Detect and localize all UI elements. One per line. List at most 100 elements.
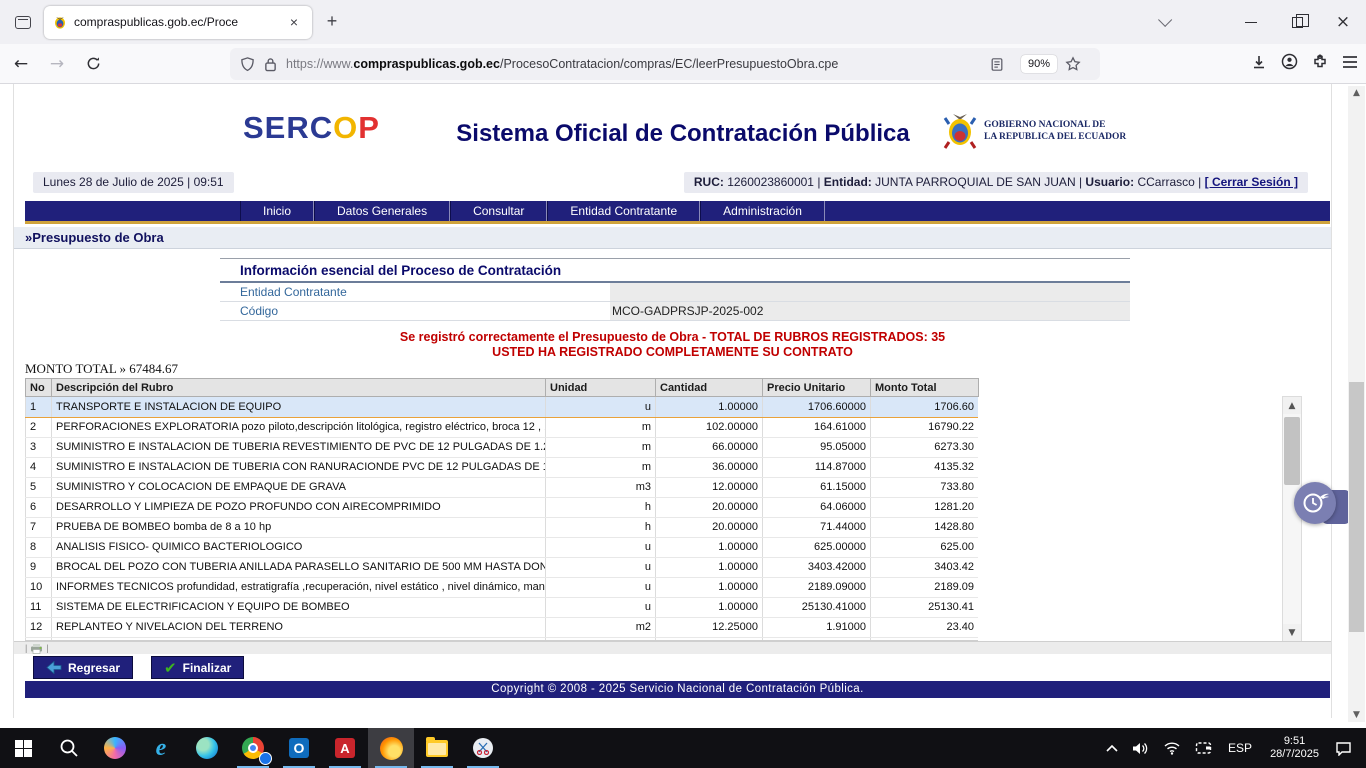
wifi-icon <box>1163 741 1181 755</box>
table-row[interactable]: 3SUMINISTRO E INSTALACION DE TUBERIA REV… <box>26 437 979 457</box>
start-button[interactable] <box>0 728 46 768</box>
process-info-panel: Información esencial del Proceso de Cont… <box>220 258 1130 321</box>
folder-icon <box>426 740 448 757</box>
forward-button[interactable]: → <box>42 49 72 79</box>
volume-button[interactable] <box>1125 728 1156 768</box>
shield-icon[interactable] <box>240 56 255 72</box>
datetime-chip: Lunes 28 de Julio de 2025 | 09:51 <box>33 172 234 193</box>
page-scroll-up-icon[interactable]: ▲ <box>1348 86 1365 100</box>
close-button[interactable]: × <box>1320 0 1366 44</box>
nav-item-datos-generales[interactable]: Datos Generales <box>314 201 450 221</box>
table-cell: INFORMES TECNICOS profundidad, estratigr… <box>52 577 546 597</box>
notification-center-button[interactable] <box>1328 728 1366 768</box>
table-row[interactable]: 7PRUEBA DE BOMBEO bomba de 8 a 10 hph20.… <box>26 517 979 537</box>
internet-explorer-button[interactable]: e <box>138 728 184 768</box>
table-cell: m <box>546 417 656 437</box>
table-cell: u <box>546 577 656 597</box>
page-scroll-down-icon[interactable]: ▼ <box>1348 708 1365 722</box>
check-icon: ✔ <box>164 659 177 677</box>
wifi-button[interactable] <box>1156 728 1188 768</box>
table-row[interactable]: 9BROCAL DEL POZO CON TUBERIA ANILLADA PA… <box>26 557 979 577</box>
speaker-icon <box>1132 741 1149 756</box>
downloads-icon[interactable] <box>1251 54 1267 75</box>
nav-item-consultar[interactable]: Consultar <box>450 201 547 221</box>
firefox-view-button[interactable] <box>8 7 38 37</box>
taskbar-clock[interactable]: 9:51 28/7/2025 <box>1261 735 1328 761</box>
nav-item-inicio[interactable]: Inicio <box>240 201 314 221</box>
back-button[interactable]: ← <box>6 49 36 79</box>
url-bar[interactable]: https://www.compraspublicas.gob.ec/Proce… <box>230 48 1100 80</box>
close-icon: × <box>1336 12 1350 32</box>
printer-icon <box>30 643 43 654</box>
table-row[interactable]: 2PERFORACIONES EXPLORATORIA pozo piloto,… <box>26 417 979 437</box>
table-row[interactable]: 5SUMINISTRO Y COLOCACION DE EMPAQUE DE G… <box>26 477 979 497</box>
extensions-icon[interactable] <box>1312 54 1328 75</box>
url-scheme: https://www. <box>286 57 353 71</box>
chrome-button[interactable] <box>230 728 276 768</box>
page-scrollbar-thumb[interactable] <box>1349 382 1364 632</box>
acrobat-button[interactable]: A <box>322 728 368 768</box>
zoom-level-button[interactable]: 90% <box>1021 55 1057 73</box>
time-tracker-overlay-button[interactable] <box>1294 482 1336 524</box>
menu-hamburger-icon[interactable] <box>1342 55 1358 74</box>
print-icon-wrap[interactable]: | | <box>25 643 49 654</box>
bookmark-star-icon[interactable] <box>1065 56 1081 72</box>
minimize-button[interactable] <box>1228 0 1274 44</box>
column-header: Descripción del Rubro <box>52 379 546 397</box>
scroll-up-arrow-icon[interactable]: ▲ <box>1283 397 1301 414</box>
rubros-body-table: 1TRANSPORTE E INSTALACION DE EQUIPOu1.00… <box>25 397 978 641</box>
tab-close-icon[interactable]: × <box>284 12 304 32</box>
table-row[interactable]: 8ANALISIS FISICO- QUIMICO BACTERIOLOGICO… <box>26 537 979 557</box>
language-indicator[interactable]: ESP <box>1219 741 1261 755</box>
table-scroll-area[interactable]: 1TRANSPORTE E INSTALACION DE EQUIPOu1.00… <box>25 397 978 641</box>
outlook-button[interactable]: O <box>276 728 322 768</box>
search-button[interactable] <box>46 728 92 768</box>
table-row[interactable]: 4SUMINISTRO E INSTALACION DE TUBERIA CON… <box>26 457 979 477</box>
reload-button[interactable] <box>78 49 108 79</box>
chrome-profile-badge <box>259 752 272 765</box>
table-cell: 7 <box>26 517 52 537</box>
edge-button[interactable] <box>184 728 230 768</box>
nav-item-entidad-contratante[interactable]: Entidad Contratante <box>547 201 700 221</box>
page-vertical-scrollbar[interactable]: ▲ ▼ <box>1348 86 1365 722</box>
snipping-tool-button[interactable] <box>460 728 506 768</box>
account-icon[interactable] <box>1281 53 1298 75</box>
browser-tab[interactable]: compraspublicas.gob.ec/Proce × <box>44 6 312 39</box>
nav-item-administración[interactable]: Administración <box>700 201 825 221</box>
file-explorer-button[interactable] <box>414 728 460 768</box>
table-cell: 71.44000 <box>763 517 871 537</box>
copilot-button[interactable] <box>92 728 138 768</box>
scrollbar-thumb[interactable] <box>1284 417 1300 485</box>
table-row[interactable]: 6DESARROLLO Y LIMPIEZA DE POZO PROFUNDO … <box>26 497 979 517</box>
tab-favicon-ecuador-icon <box>52 14 68 30</box>
firefox-icon <box>380 737 403 760</box>
table-cell: 20.00000 <box>656 517 763 537</box>
table-row[interactable]: 12REPLANTEO Y NIVELACION DEL TERRENOm212… <box>26 617 979 637</box>
firefox-button[interactable] <box>368 728 414 768</box>
new-tab-button[interactable]: + <box>318 8 346 36</box>
finalizar-button[interactable]: ✔ Finalizar <box>151 656 244 679</box>
table-cell: 20.00000 <box>656 497 763 517</box>
display-connect-button[interactable] <box>1188 728 1219 768</box>
scroll-down-arrow-icon[interactable]: ▼ <box>1283 624 1301 641</box>
regresar-button[interactable]: Regresar <box>33 656 133 679</box>
table-cell: 23.40 <box>871 617 979 637</box>
logout-link[interactable]: [ Cerrar Sesión ] <box>1205 175 1298 189</box>
ruc-value: 1260023860001 <box>727 175 814 189</box>
tray-expand-button[interactable] <box>1099 728 1125 768</box>
reader-mode-icon[interactable] <box>990 57 1004 72</box>
table-row[interactable]: 11SISTEMA DE ELECTRIFICACION Y EQUIPO DE… <box>26 597 979 617</box>
table-vertical-scrollbar[interactable]: ▲ ▼ <box>1282 396 1302 642</box>
table-cell: 8 <box>26 537 52 557</box>
table-cell: 6 <box>26 497 52 517</box>
url-text[interactable]: https://www.compraspublicas.gob.ec/Proce… <box>286 57 990 71</box>
usuario-value: CCarrasco <box>1137 175 1194 189</box>
table-cell: SUMINISTRO E INSTALACION DE TUBERIA CON … <box>52 457 546 477</box>
session-info-chip: RUC: 1260023860001 | Entidad: JUNTA PARR… <box>684 172 1308 193</box>
table-cell: 95.05000 <box>763 437 871 457</box>
restore-button[interactable] <box>1274 0 1320 44</box>
table-row[interactable]: 1TRANSPORTE E INSTALACION DE EQUIPOu1.00… <box>26 397 979 417</box>
table-row[interactable]: 10INFORMES TECNICOS profundidad, estrati… <box>26 577 979 597</box>
list-tabs-button[interactable] <box>1140 0 1186 44</box>
lock-icon[interactable] <box>264 57 277 72</box>
